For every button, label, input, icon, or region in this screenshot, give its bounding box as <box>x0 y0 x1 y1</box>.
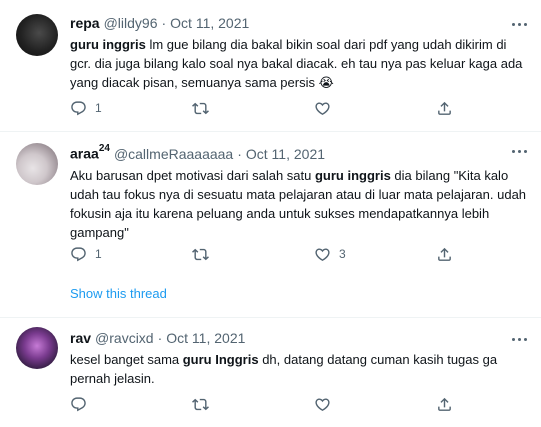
display-name[interactable]: repa <box>70 14 100 33</box>
share-icon <box>438 247 451 261</box>
tweet-content: araa24 @callmeRaaaaaaa · Oct 11, 2021 Ak… <box>70 141 529 242</box>
tweet[interactable]: rav @ravcixd · Oct 11, 2021 kesel banget… <box>0 317 541 427</box>
tweet[interactable]: araa24 @callmeRaaaaaaa · Oct 11, 2021 Ak… <box>0 131 541 317</box>
tweet-date[interactable]: Oct 11, 2021 <box>246 145 325 164</box>
like-icon <box>315 397 330 411</box>
avatar[interactable] <box>16 14 58 56</box>
text-segment: kesel banget sama <box>70 352 183 367</box>
tweet-actions <box>70 394 490 414</box>
highlight-text: guru Inggris <box>182 352 259 367</box>
share-button[interactable] <box>436 244 453 264</box>
like-button[interactable] <box>314 98 339 118</box>
display-name[interactable]: rav <box>70 329 91 348</box>
reply-icon <box>71 396 86 411</box>
more-icon[interactable] <box>509 329 529 349</box>
more-icon[interactable] <box>509 14 529 34</box>
like-icon <box>315 247 330 261</box>
separator-dot: · <box>161 15 167 31</box>
more-icon[interactable] <box>509 141 529 161</box>
reply-count: 1 <box>95 247 102 261</box>
user-handle[interactable]: @callmeRaaaaaaa <box>114 145 233 164</box>
tweet-content: rav @ravcixd · Oct 11, 2021 kesel banget… <box>70 329 529 388</box>
share-button[interactable] <box>436 394 453 414</box>
reply-button[interactable] <box>70 394 95 414</box>
reply-icon <box>71 246 86 261</box>
retweet-icon <box>192 102 209 114</box>
text-segment: Aku barusan dpet motivasi dari salah sat… <box>70 167 315 183</box>
display-name[interactable]: araa24 <box>70 141 110 164</box>
tweet-header: araa24 @callmeRaaaaaaa · Oct 11, 2021 <box>70 141 529 164</box>
tweet-text: Aku barusan dpet motivasi dari salah sat… <box>70 166 529 242</box>
avatar[interactable] <box>16 327 58 369</box>
retweet-button[interactable] <box>192 244 217 264</box>
tweet-date[interactable]: Oct 11, 2021 <box>166 329 245 348</box>
tweet-header: rav @ravcixd · Oct 11, 2021 <box>70 329 529 348</box>
highlight-text: guru inggris <box>70 37 146 52</box>
reply-button[interactable]: 1 <box>70 98 102 118</box>
avatar[interactable] <box>16 143 58 185</box>
tweet-text: kesel banget sama guru Inggris dh, datan… <box>70 350 529 388</box>
tweet[interactable]: repa @lildy96 · Oct 11, 2021 guru inggri… <box>0 0 541 131</box>
like-count: 3 <box>339 247 346 261</box>
tweet-actions: 1 <box>70 98 490 118</box>
share-button[interactable] <box>436 98 453 118</box>
like-button[interactable]: 3 <box>314 244 346 264</box>
tweet-date[interactable]: Oct 11, 2021 <box>170 14 249 33</box>
tweet-text: guru inggris lm gue bilang dia bakal bik… <box>70 35 529 92</box>
separator-dot: · <box>157 330 163 346</box>
reply-count: 1 <box>95 101 102 115</box>
retweet-icon <box>192 248 209 260</box>
user-handle[interactable]: @lildy96 <box>104 14 158 33</box>
like-button[interactable] <box>314 394 339 414</box>
retweet-button[interactable] <box>192 98 217 118</box>
show-thread-link[interactable]: Show this thread <box>70 286 167 301</box>
reply-icon <box>71 100 86 115</box>
highlight-text: guru inggris <box>314 167 391 183</box>
separator-dot: · <box>237 145 242 162</box>
tweet-header: repa @lildy96 · Oct 11, 2021 <box>70 14 529 33</box>
display-name-superscript: 24 <box>98 143 110 154</box>
share-icon <box>438 101 451 115</box>
user-handle[interactable]: @ravcixd <box>95 329 154 348</box>
retweet-button[interactable] <box>192 394 217 414</box>
share-icon <box>438 397 451 411</box>
like-icon <box>315 101 330 115</box>
tweet-actions: 1 3 <box>70 244 490 264</box>
reply-button[interactable]: 1 <box>70 244 102 264</box>
tweet-content: repa @lildy96 · Oct 11, 2021 guru inggri… <box>70 14 529 92</box>
retweet-icon <box>192 398 209 410</box>
